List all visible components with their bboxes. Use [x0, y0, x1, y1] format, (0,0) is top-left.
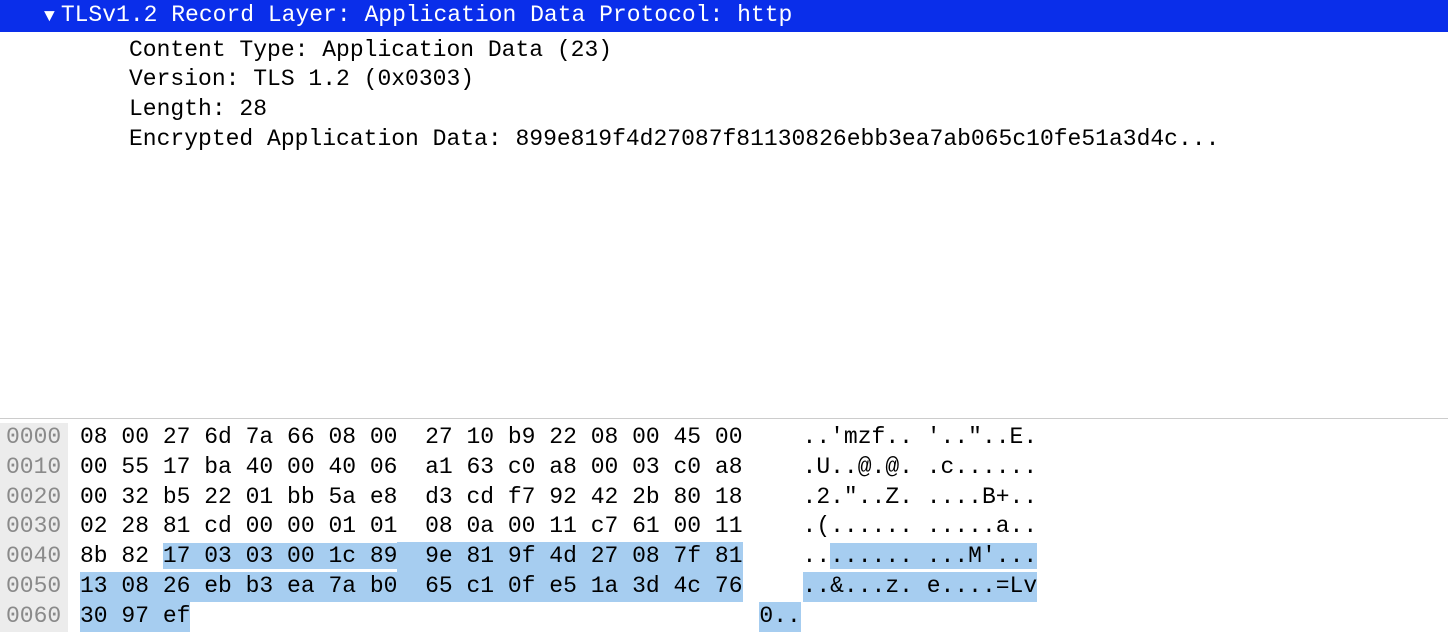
hex-bytes-left[interactable]: 08 00 27 6d 7a 66 08 00 — [80, 423, 397, 453]
hex-bytes-left[interactable]: 00 55 17 ba 40 00 40 06 — [80, 453, 397, 483]
disclosure-triangle-down-icon[interactable]: ▼ — [44, 7, 55, 29]
hex-ascii[interactable]: .2."..Z. ....B+.. — [803, 483, 1038, 513]
hex-bytes-left[interactable]: 8b 82 17 03 03 00 1c 89 — [80, 542, 397, 572]
hex-row[interactable]: 0040 8b 82 17 03 03 00 1c 89 9e 81 9f 4d … — [0, 542, 1448, 572]
hex-bytes-highlight: 17 03 03 00 1c 89 — [163, 543, 398, 569]
hex-dump-pane[interactable]: 0000 08 00 27 6d 7a 66 08 00 27 10 b9 22 … — [0, 418, 1448, 642]
hex-ascii[interactable]: .U..@.@. .c...... — [803, 453, 1038, 483]
hex-bytes-left[interactable]: 30 97 ef — [80, 602, 190, 632]
tls-detail-body: Content Type: Application Data (23) Vers… — [0, 32, 1448, 156]
hex-ascii[interactable]: 0.. — [759, 602, 800, 632]
field-content-type[interactable]: Content Type: Application Data (23) — [129, 36, 1448, 66]
hex-ascii[interactable]: ..&...z. e....=Lv — [803, 572, 1038, 602]
hex-bytes-right[interactable]: 9e 81 9f 4d 27 08 7f 81 — [425, 542, 742, 572]
hex-row[interactable]: 0060 30 97 ef 0.. — [0, 602, 1448, 632]
tls-record-header[interactable]: ▼ TLSv1.2 Record Layer: Application Data … — [0, 0, 1448, 32]
hex-ascii-highlight: ...... ...M'... — [830, 543, 1037, 569]
hex-offset: 0050 — [0, 572, 68, 602]
field-encrypted-data[interactable]: Encrypted Application Data: 899e819f4d27… — [129, 125, 1448, 155]
hex-bytes-right[interactable]: d3 cd f7 92 42 2b 80 18 — [425, 483, 742, 513]
hex-row[interactable]: 0020 00 32 b5 22 01 bb 5a e8 d3 cd f7 92 … — [0, 483, 1448, 513]
hex-offset: 0020 — [0, 483, 68, 513]
hex-offset: 0000 — [0, 423, 68, 453]
hex-bytes-right[interactable]: a1 63 c0 a8 00 03 c0 a8 — [425, 453, 742, 483]
hex-row[interactable]: 0010 00 55 17 ba 40 00 40 06 a1 63 c0 a8 … — [0, 453, 1448, 483]
hex-ascii[interactable]: ........ ...M'... — [803, 542, 1038, 572]
hex-ascii-pre: .. — [803, 543, 831, 569]
hex-row[interactable]: 0050 13 08 26 eb b3 ea 7a b0 65 c1 0f e5 … — [0, 572, 1448, 602]
tls-record-header-text: TLSv1.2 Record Layer: Application Data P… — [61, 2, 793, 28]
field-version[interactable]: Version: TLS 1.2 (0x0303) — [129, 65, 1448, 95]
hex-bytes-pre: 8b 82 — [80, 543, 163, 569]
hex-bytes-left[interactable]: 13 08 26 eb b3 ea 7a b0 — [80, 572, 397, 602]
hex-offset: 0060 — [0, 602, 68, 632]
hex-offset: 0030 — [0, 512, 68, 542]
hex-ascii[interactable]: ..'mzf.. '.."..E. — [803, 423, 1038, 453]
hex-row[interactable]: 0030 02 28 81 cd 00 00 01 01 08 0a 00 11 … — [0, 512, 1448, 542]
hex-row[interactable]: 0000 08 00 27 6d 7a 66 08 00 27 10 b9 22 … — [0, 423, 1448, 453]
hex-bytes-right[interactable]: 08 0a 00 11 c7 61 00 11 — [425, 512, 742, 542]
hex-bytes-right[interactable]: 27 10 b9 22 08 00 45 00 — [425, 423, 742, 453]
hex-bytes-left[interactable]: 00 32 b5 22 01 bb 5a e8 — [80, 483, 397, 513]
hex-bytes-left[interactable]: 02 28 81 cd 00 00 01 01 — [80, 512, 397, 542]
field-length[interactable]: Length: 28 — [129, 95, 1448, 125]
hex-offset: 0040 — [0, 542, 68, 572]
hex-bytes-right[interactable]: 65 c1 0f e5 1a 3d 4c 76 — [425, 572, 742, 602]
hex-offset: 0010 — [0, 453, 68, 483]
hex-ascii[interactable]: .(...... .....a.. — [803, 512, 1038, 542]
